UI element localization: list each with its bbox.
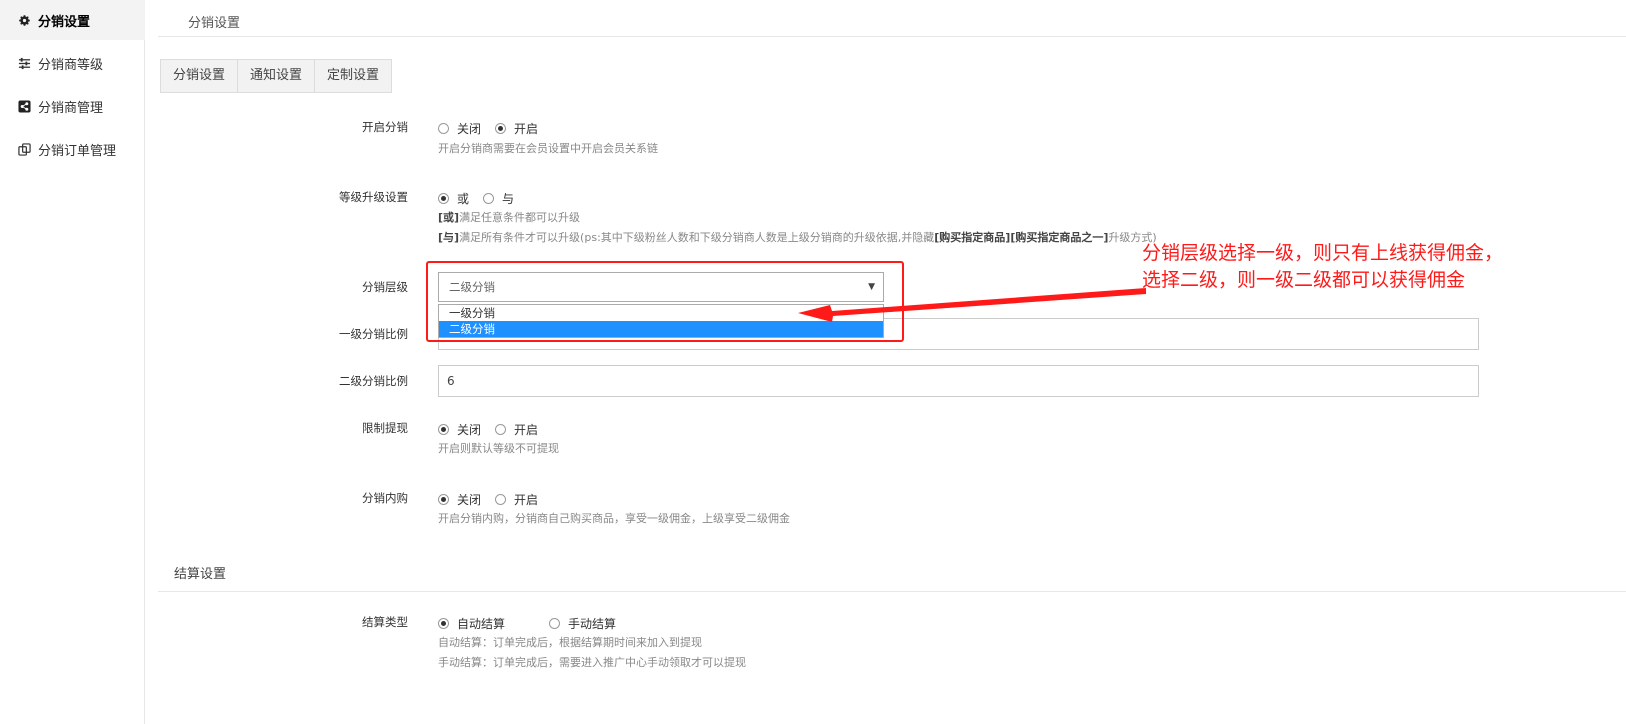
- divider: [158, 591, 1626, 592]
- radio-and[interactable]: [483, 193, 495, 204]
- withdraw-on-option[interactable]: 开启: [495, 421, 538, 438]
- option-label: 关闭: [457, 493, 482, 507]
- option-label: 开启: [514, 122, 539, 136]
- sliders-icon: [17, 56, 31, 70]
- sidebar-item-label: 分销商管理: [38, 100, 104, 116]
- enable-radio-group: 关闭 开启: [438, 120, 552, 137]
- sidebar-item-distributor-levels[interactable]: 分销商等级: [0, 43, 145, 83]
- annotation-line: 选择二级，则一级二级都可以获得佣金: [1142, 269, 1466, 291]
- sidebar: 分销设置 分销商等级 分销商管理 分销订单管理: [0, 0, 145, 724]
- ratio2-label: 二级分销比例: [339, 374, 408, 388]
- hint-tag: [与]: [438, 231, 460, 244]
- radio-manual[interactable]: [549, 618, 561, 629]
- upgrade-hint-or: [或]满足任意条件都可以升级: [438, 209, 580, 225]
- radio-on[interactable]: [495, 424, 507, 435]
- orders-icon: [17, 142, 31, 156]
- share-icon: [17, 99, 31, 113]
- hint-bold: [购买指定商品]: [934, 231, 1011, 244]
- sidebar-item-distributor-management[interactable]: 分销商管理: [0, 86, 145, 126]
- enable-hint: 开启分销商需要在会员设置中开启会员关系链: [438, 142, 658, 155]
- annotation-line: 分销层级选择一级，则只有上线获得佣金，: [1142, 242, 1504, 264]
- settlement-auto-option[interactable]: 自动结算: [438, 615, 505, 632]
- radio-or[interactable]: [438, 193, 449, 204]
- hint-text: 满足所有条件才可以升级(ps:其中下级粉丝人数和下级分销商人数是上级分销商的升级…: [459, 231, 935, 244]
- sidebar-item-label: 分销设置: [38, 14, 91, 30]
- annotation-highlight-box: [426, 261, 904, 342]
- tab-distribution-settings[interactable]: 分销设置: [161, 60, 239, 92]
- enable-on-option[interactable]: 开启: [495, 120, 538, 137]
- ratio2-input[interactable]: 6: [438, 365, 1479, 397]
- annotation-text: 分销层级选择一级，则只有上线获得佣金， 选择二级，则一级二级都可以获得佣金: [1142, 240, 1503, 294]
- selfbuy-label: 分销内购: [362, 491, 408, 505]
- gear-icon: [17, 13, 31, 27]
- settlement-manual-option[interactable]: 手动结算: [549, 615, 616, 632]
- upgrade-radio-group: 或 与: [438, 190, 528, 207]
- tab-notification-settings[interactable]: 通知设置: [238, 60, 316, 92]
- upgrade-and-option[interactable]: 与: [483, 190, 514, 207]
- selfbuy-off-option[interactable]: 关闭: [438, 491, 481, 508]
- upgrade-label: 等级升级设置: [339, 190, 408, 204]
- sidebar-item-label: 分销订单管理: [38, 143, 117, 159]
- upgrade-hint-and: [与]满足所有条件才可以升级(ps:其中下级粉丝人数和下级分销商人数是上级分销商…: [438, 229, 1157, 245]
- radio-off[interactable]: [438, 123, 449, 134]
- radio-off[interactable]: [438, 424, 449, 435]
- enable-off-option[interactable]: 关闭: [438, 120, 481, 137]
- ratio1-label: 一级分销比例: [339, 327, 408, 341]
- selfbuy-hint: 开启分销内购，分销商自己购买商品，享受一级佣金，上级享受二级佣金: [438, 512, 790, 525]
- radio-auto[interactable]: [438, 618, 449, 629]
- settlement-hint-auto: 自动结算：订单完成后，根据结算期时间来加入到提现: [438, 636, 702, 649]
- option-label: 或: [457, 192, 470, 206]
- selfbuy-on-option[interactable]: 开启: [495, 491, 538, 508]
- sidebar-item-label: 分销商等级: [38, 57, 104, 73]
- option-label: 关闭: [457, 423, 482, 437]
- withdraw-label: 限制提现: [362, 421, 408, 435]
- option-label: 与: [502, 192, 515, 206]
- option-label: 自动结算: [457, 617, 506, 631]
- radio-off[interactable]: [438, 494, 449, 505]
- upgrade-or-option[interactable]: 或: [438, 190, 469, 207]
- settlement-type-label: 结算类型: [362, 615, 408, 629]
- settlement-hint-manual: 手动结算：订单完成后，需要进入推广中心手动领取才可以提现: [438, 656, 746, 669]
- withdraw-off-option[interactable]: 关闭: [438, 421, 481, 438]
- level-label: 分销层级: [362, 280, 408, 294]
- hint-text: 满足任意条件都可以升级: [459, 211, 581, 224]
- option-label: 开启: [514, 493, 539, 507]
- tab-custom-settings[interactable]: 定制设置: [315, 60, 391, 92]
- enable-label: 开启分销: [362, 120, 408, 134]
- selfbuy-radio-group: 关闭 开启: [438, 491, 552, 508]
- hint-tag: [或]: [438, 211, 460, 224]
- option-label: 关闭: [457, 122, 482, 136]
- divider: [158, 36, 1626, 37]
- radio-on[interactable]: [495, 123, 507, 134]
- settlement-radio-group: 自动结算 手动结算: [438, 615, 630, 632]
- withdraw-hint: 开启则默认等级不可提现: [438, 442, 559, 455]
- main-panel: 分销设置 分销设置 通知设置 定制设置 开启分销 关闭 开启 开启分销商需要在会…: [146, 0, 1626, 724]
- tab-bar: 分销设置 通知设置 定制设置: [160, 59, 393, 93]
- radio-on[interactable]: [495, 494, 507, 505]
- withdraw-radio-group: 关闭 开启: [438, 421, 552, 438]
- sidebar-item-distribution-settings[interactable]: 分销设置: [0, 0, 145, 40]
- hint-bold: [购买指定商品之一]: [1010, 231, 1109, 244]
- settlement-section-title: 结算设置: [174, 567, 227, 582]
- page-title: 分销设置: [188, 16, 241, 31]
- option-label: 开启: [514, 423, 539, 437]
- sidebar-item-distribution-orders[interactable]: 分销订单管理: [0, 129, 145, 169]
- option-label: 手动结算: [568, 617, 617, 631]
